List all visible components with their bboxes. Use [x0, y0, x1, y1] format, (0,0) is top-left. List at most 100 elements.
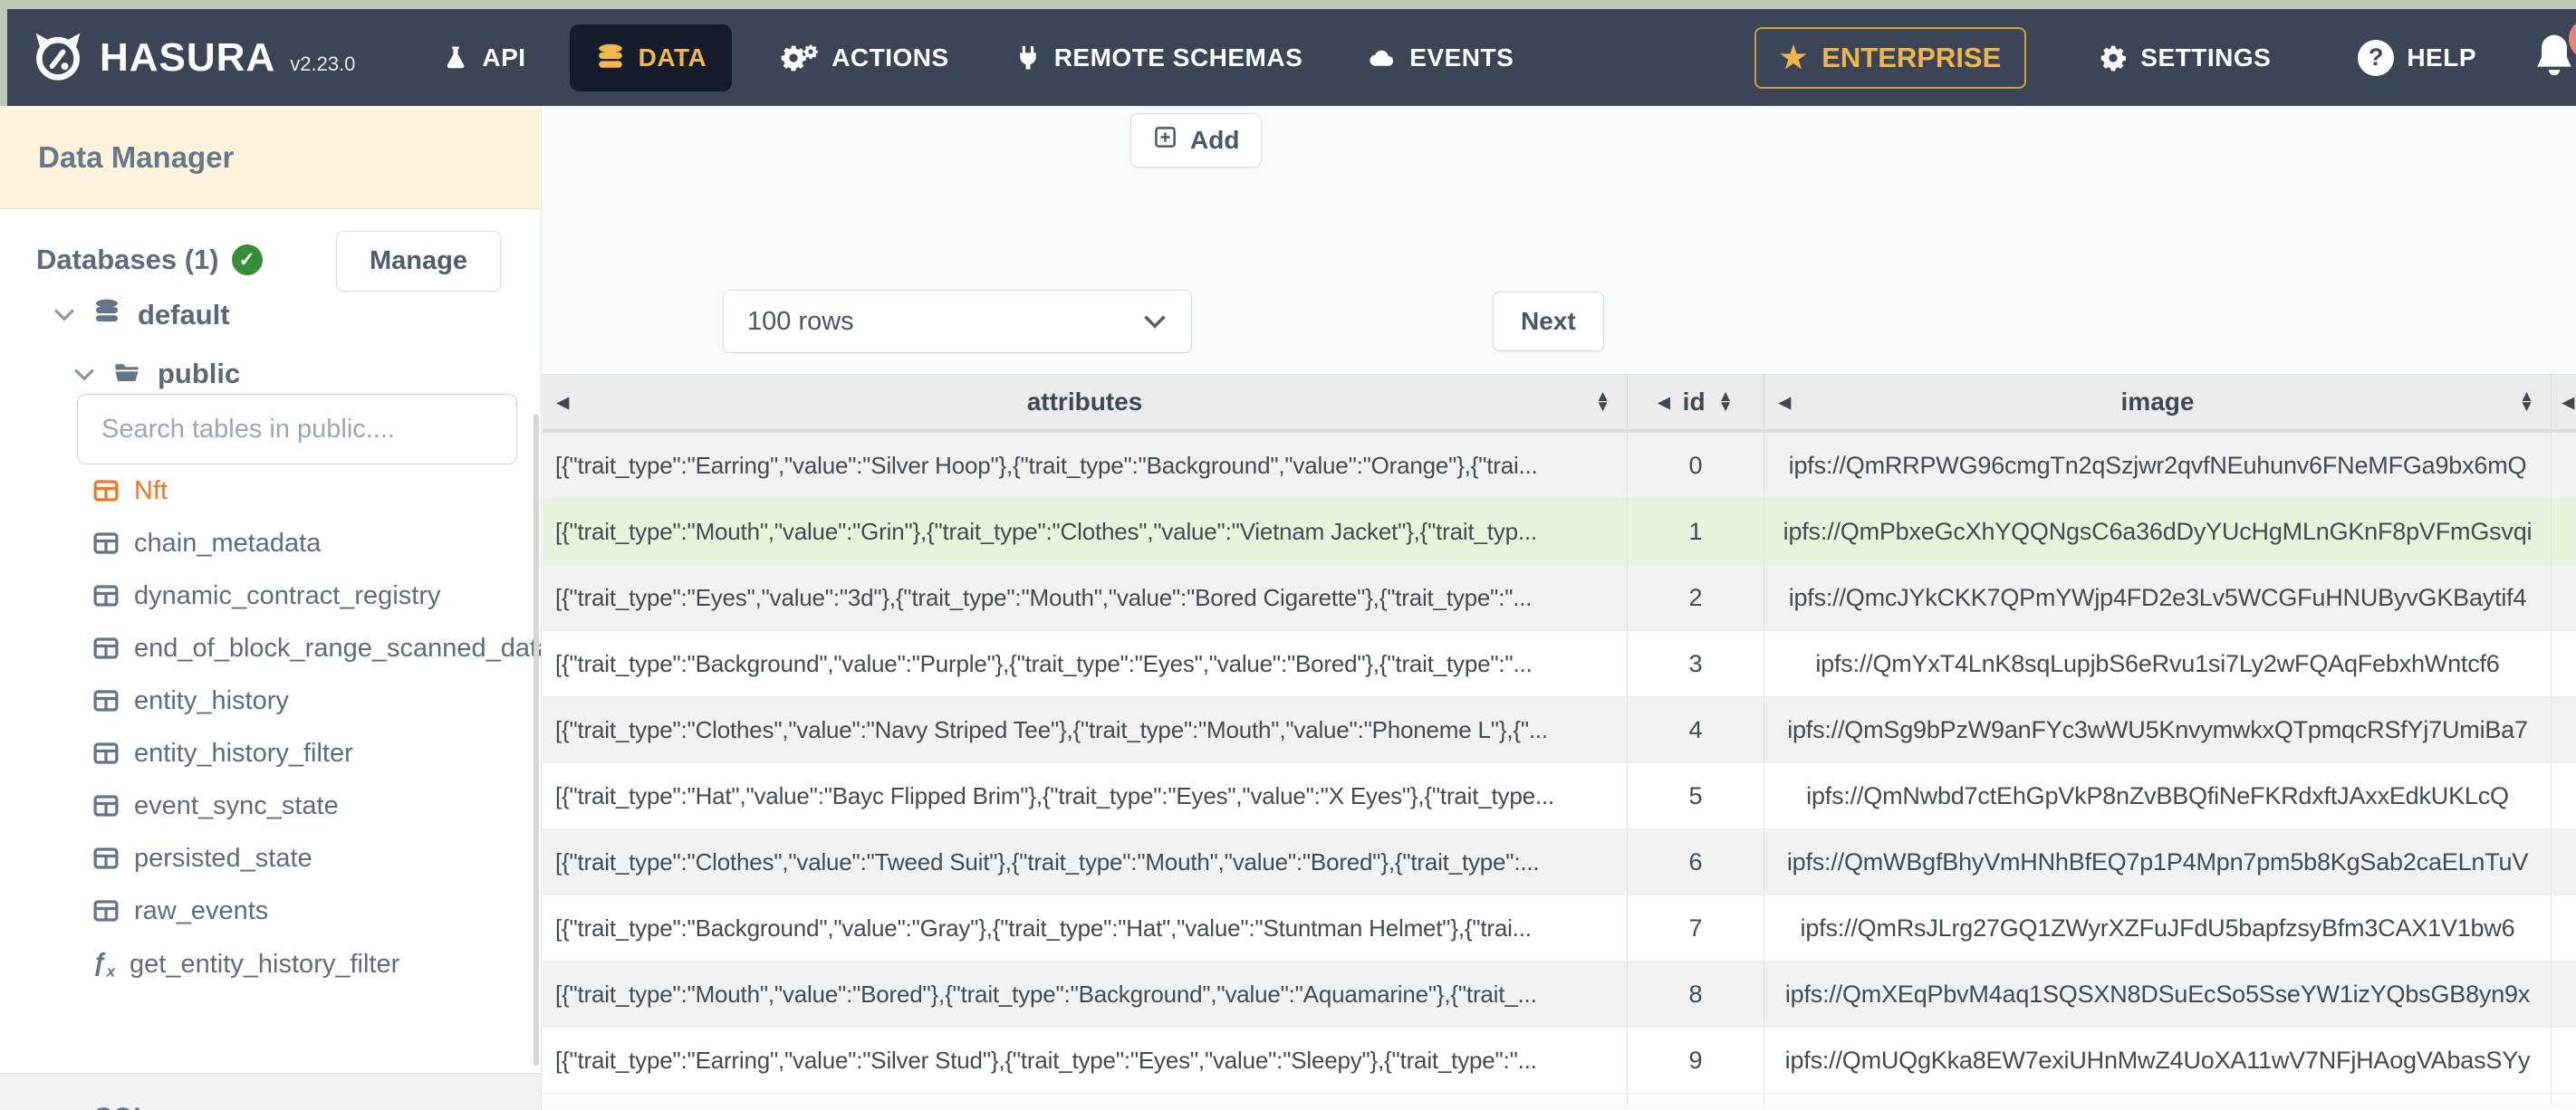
cell-image[interactable]: ipfs://QmSg9bPzW9anFYc3wWU5KnvymwkxQTpmq… [1764, 697, 2551, 762]
table-row[interactable]: [{"trait_type":"Background","value":"Pur… [543, 631, 2576, 697]
sidebar-table-item[interactable]: event_sync_state [92, 780, 523, 832]
table-row[interactable]: [{"trait_type":"Mouth","value":"Grin"},{… [543, 499, 2576, 565]
sidebar-table-item[interactable]: Nft [92, 464, 523, 517]
next-page-button[interactable]: Next [1493, 292, 1604, 351]
table-row[interactable]: [{"trait_type":"Earring","value":"Silver… [543, 433, 2576, 499]
cell-attributes[interactable]: [{"trait_type":"Mouth","value":"Bored"},… [543, 962, 1627, 1027]
chevron-down-icon[interactable] [72, 367, 96, 382]
cell-id[interactable]: 0 [1627, 433, 1764, 498]
nav-item-events[interactable]: EVENTS [1366, 43, 1514, 72]
cell-image[interactable]: ipfs://QmXEqPbvM4aq1SQSXN8DSuEcSo5SseYW1… [1764, 962, 2551, 1027]
chevron-down-icon[interactable] [53, 307, 76, 322]
table-row-partial[interactable] [543, 1094, 2576, 1105]
cell-id[interactable]: 1 [1627, 499, 1764, 564]
column-header-attributes[interactable]: ◀ attributes ▲ ▼ [543, 375, 1627, 429]
sidebar-table-item[interactable]: persisted_state [92, 832, 523, 885]
sql-link[interactable]: SQL [94, 1103, 541, 1110]
cell-partial[interactable] [2551, 1028, 2576, 1093]
function-icon: ƒx [92, 947, 116, 981]
cell-id[interactable]: 8 [1627, 962, 1764, 1027]
collapse-column-icon[interactable]: ◀ [557, 395, 569, 410]
table-row[interactable]: [{"trait_type":"Background","value":"Gra… [543, 895, 2576, 962]
collapse-column-icon[interactable]: ◀ [1779, 395, 1791, 410]
cell-attributes[interactable]: [{"trait_type":"Clothes","value":"Tweed … [543, 829, 1627, 895]
cell-id[interactable]: 7 [1627, 895, 1764, 961]
sort-icon[interactable]: ▲ ▼ [2519, 389, 2534, 414]
sidebar-table-item[interactable]: dynamic_contract_registry [92, 569, 523, 622]
cell-id[interactable]: 6 [1627, 829, 1764, 895]
sidebar-table-item[interactable]: chain_metadata [92, 517, 523, 569]
cell-image[interactable]: ipfs://QmRsJLrg27GQ1ZWyrXZFuJFdU5bapfzsy… [1764, 895, 2551, 961]
cell-id[interactable]: 5 [1627, 763, 1764, 828]
nav-item-api[interactable]: API [442, 43, 525, 72]
column-header-image[interactable]: ◀ image ▲ ▼ [1764, 375, 2551, 429]
cell-id[interactable]: 4 [1627, 697, 1764, 762]
cell-partial[interactable] [2551, 697, 2576, 762]
cell-partial[interactable] [2551, 565, 2576, 630]
rows-per-page-select[interactable]: 100 rows [723, 290, 1192, 353]
cell-attributes[interactable]: [{"trait_type":"Earring","value":"Silver… [543, 433, 1627, 498]
manage-button[interactable]: Manage [336, 231, 501, 292]
cell-attributes[interactable]: [{"trait_type":"Eyes","value":"3d"},{"tr… [543, 565, 1627, 630]
collapse-column-icon[interactable]: ◀ [2562, 395, 2574, 410]
table-name: Nft [134, 475, 168, 505]
brand[interactable]: HASURA v2.23.0 [31, 28, 355, 87]
table-row[interactable]: [{"trait_type":"Eyes","value":"3d"},{"tr… [543, 565, 2576, 631]
column-label: image [2120, 388, 2195, 416]
function-name: get_entity_history_filter [130, 949, 400, 979]
cell-image[interactable]: ipfs://QmUQgKka8EW7exiUHnMwZ4UoXA11wV7NF… [1764, 1028, 2551, 1093]
cell-id[interactable]: 9 [1627, 1028, 1764, 1093]
cell-partial[interactable] [2551, 631, 2576, 696]
cell-attributes[interactable]: [{"trait_type":"Earring","value":"Silver… [543, 1028, 1627, 1093]
search-tables-input[interactable] [77, 394, 517, 464]
cell-partial[interactable] [2551, 763, 2576, 828]
sidebar-table-item[interactable]: end_of_block_range_scanned_data [92, 622, 541, 675]
sort-icon[interactable]: ▲ ▼ [1595, 389, 1610, 414]
plus-square-icon [1153, 125, 1177, 156]
sidebar-table-item[interactable]: entity_history [92, 675, 523, 727]
cell-image[interactable]: ipfs://QmWBgfBhyVmHNhBfEQ7p1P4Mpn7pm5b8K… [1764, 829, 2551, 895]
nav-item-remote-schemas[interactable]: REMOTE SCHEMAS [1014, 43, 1303, 72]
sidebar-scrollbar[interactable] [533, 414, 539, 1066]
table-row[interactable]: [{"trait_type":"Mouth","value":"Bored"},… [543, 962, 2576, 1028]
column-header-id[interactable]: ◀ id ▲ ▼ [1627, 375, 1764, 429]
tree-node-schema[interactable]: public [72, 358, 240, 390]
cell-image[interactable]: ipfs://QmcJYkCKK7QPmYWjp4FD2e3Lv5WCGFuHN… [1764, 565, 2551, 630]
sidebar-header: Data Manager [0, 106, 541, 209]
enterprise-button[interactable]: ★ ENTERPRISE [1754, 26, 2027, 89]
nav-item-help[interactable]: ? HELP [2358, 39, 2476, 76]
cell-attributes[interactable]: [{"trait_type":"Mouth","value":"Grin"},{… [543, 499, 1627, 564]
table-row[interactable]: [{"trait_type":"Clothes","value":"Navy S… [543, 697, 2576, 763]
cell-partial[interactable] [2551, 499, 2576, 564]
cell-partial[interactable] [2551, 433, 2576, 498]
add-row-button[interactable]: Add [1130, 113, 1263, 167]
notifications-button[interactable]: 8 [2529, 17, 2576, 87]
nav-item-settings[interactable]: SETTINGS [2099, 43, 2271, 72]
cell-image[interactable]: ipfs://QmRRPWG96cmgTn2qSzjwr2qvfNEuhunv6… [1764, 433, 2551, 498]
cell-image[interactable]: ipfs://QmYxT4LnK8sqLupjbS6eRvu1si7Ly2wFQ… [1764, 631, 2551, 696]
nav-item-actions[interactable]: ACTIONS [779, 43, 949, 72]
cell-attributes[interactable]: [{"trait_type":"Background","value":"Gra… [543, 895, 1627, 961]
table-row[interactable]: [{"trait_type":"Hat","value":"Bayc Flipp… [543, 763, 2576, 829]
cell-attributes[interactable]: [{"trait_type":"Background","value":"Pur… [543, 631, 1627, 696]
column-header-partial[interactable]: ◀ [2551, 375, 2576, 429]
sidebar-function-item[interactable]: ƒx get_entity_history_filter [92, 938, 399, 990]
cell-partial[interactable] [2551, 962, 2576, 1027]
nav-item-data[interactable]: DATA [569, 24, 733, 91]
schema-name: public [158, 358, 241, 389]
cell-id[interactable]: 3 [1627, 631, 1764, 696]
table-row[interactable]: [{"trait_type":"Earring","value":"Silver… [543, 1028, 2576, 1094]
cell-attributes[interactable]: [{"trait_type":"Clothes","value":"Navy S… [543, 697, 1627, 762]
tree-node-database[interactable]: default [53, 298, 230, 331]
cell-id[interactable]: 2 [1627, 565, 1764, 630]
cell-partial[interactable] [2551, 829, 2576, 895]
cell-attributes[interactable]: [{"trait_type":"Hat","value":"Bayc Flipp… [543, 763, 1627, 828]
cell-image[interactable]: ipfs://QmPbxeGcXhYQQNgsC6a36dDyYUcHgMLnG… [1764, 499, 2551, 564]
sidebar-table-item[interactable]: raw_events [92, 885, 523, 937]
collapse-column-icon[interactable]: ◀ [1658, 395, 1670, 410]
cell-image[interactable]: ipfs://QmNwbd7ctEhGpVkP8nZvBBQfiNeFKRdxf… [1764, 763, 2551, 828]
cell-partial[interactable] [2551, 895, 2576, 961]
table-row[interactable]: [{"trait_type":"Clothes","value":"Tweed … [543, 829, 2576, 895]
sidebar-table-item[interactable]: entity_history_filter [92, 727, 523, 780]
sort-icon[interactable]: ▲ ▼ [1718, 389, 1734, 414]
